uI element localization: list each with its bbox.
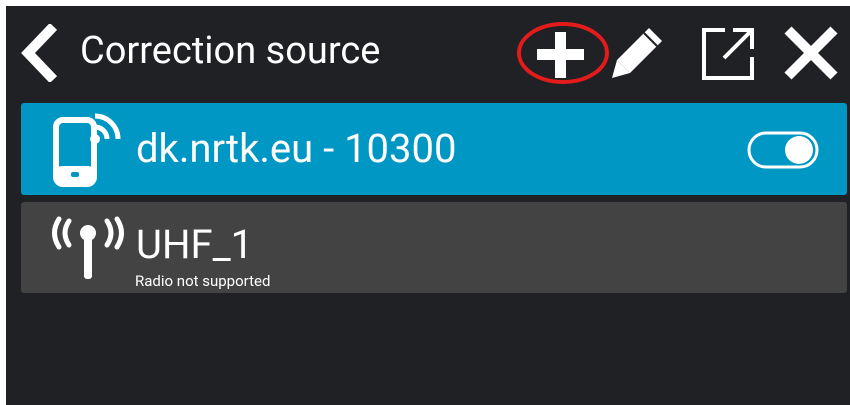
source-name: dk.nrtk.eu - 10300 [136, 125, 457, 172]
mobile-signal-icon [51, 110, 121, 190]
source-status: Radio not supported [135, 272, 271, 290]
source-item-nrtk[interactable]: dk.nrtk.eu - 10300 [21, 103, 847, 195]
external-link-icon [702, 28, 754, 80]
close-button[interactable] [778, 20, 844, 84]
page-title: Correction source [80, 29, 381, 73]
chevron-left-icon [21, 22, 58, 84]
radio-antenna-icon [51, 215, 125, 281]
pencil-icon [612, 28, 662, 78]
correction-source-screen: Correction source dk.nrtk.eu - 10300 UHF… [6, 6, 850, 405]
share-button[interactable] [690, 20, 760, 84]
back-button[interactable] [14, 22, 66, 84]
app-header: Correction source [6, 6, 850, 98]
add-source-button[interactable] [514, 20, 610, 84]
source-item-uhf[interactable]: UHF_1 Radio not supported [21, 202, 847, 293]
source-name: UHF_1 [136, 221, 254, 268]
source-enabled-toggle[interactable] [747, 131, 819, 169]
plus-icon [517, 22, 609, 84]
edit-button[interactable] [608, 20, 666, 84]
close-icon [784, 26, 838, 80]
